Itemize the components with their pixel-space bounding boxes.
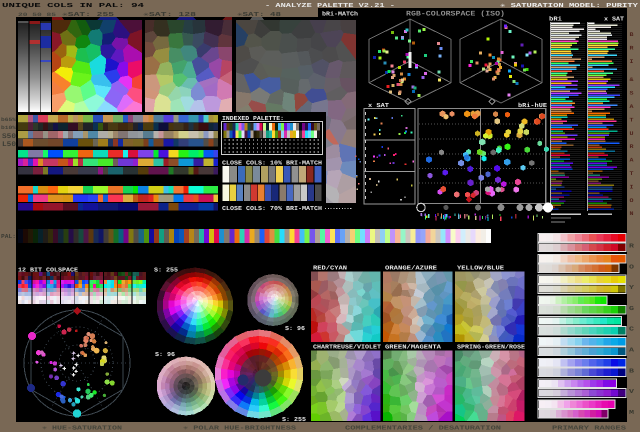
svg-text:S: 96: S: 96 [285, 325, 305, 332]
svg-text:CLOSE COLS: 10% BRI-MATCH: CLOSE COLS: 10% BRI-MATCH [222, 160, 322, 167]
svg-text:YELLOW/BLUE: YELLOW/BLUE [457, 265, 504, 272]
svg-text:S: 255: S: 255 [154, 267, 178, 274]
svg-text:✳SAT: 255: ✳SAT: 255 [62, 11, 115, 18]
svg-text:20 50 85: 20 50 85 [18, 12, 56, 18]
svg-text:RED/CYAN: RED/CYAN [313, 265, 347, 272]
svg-text:INDEXED PALETTE:: INDEXED PALETTE: [222, 115, 284, 122]
svg-text:V: V [629, 388, 635, 395]
svg-text:x SAT: x SAT [368, 102, 389, 109]
svg-text:CHARTREUSE/VIOLET: CHARTREUSE/VIOLET [313, 344, 381, 351]
svg-text:✳SAT: 128: ✳SAT: 128 [143, 11, 197, 18]
svg-text:I: I [630, 183, 634, 190]
svg-text:R: R [629, 243, 635, 250]
svg-text:CLOSE COLS: 70% BRI-MATCH: CLOSE COLS: 70% BRI-MATCH [222, 205, 322, 212]
svg-text:S: 96: S: 96 [155, 351, 175, 358]
svg-text:COMPLEMENTARIES / DESATURATION: COMPLEMENTARIES / DESATURATION [345, 425, 502, 432]
svg-text:UNIQUE COLS IN PAL: 94: UNIQUE COLS IN PAL: 94 [2, 2, 145, 9]
svg-text:b10%: b10% [1, 125, 16, 131]
svg-text:I: I [630, 58, 634, 65]
svg-text:bRi-MATCh: bRi-MATCh [322, 11, 358, 18]
svg-text:GREEN/MAGENTA: GREEN/MAGENTA [385, 344, 441, 351]
svg-text:U: U [630, 130, 634, 137]
svg-text:B: B [629, 367, 635, 374]
svg-text:G: G [629, 305, 635, 312]
svg-text:O: O [629, 263, 635, 270]
svg-text:Y: Y [629, 284, 635, 291]
svg-text:S: 255: S: 255 [282, 416, 306, 423]
svg-text:bRi: bRi [549, 16, 562, 23]
svg-text:M: M [629, 409, 635, 416]
svg-text:PRIMARY RANGES: PRIMARY RANGES [552, 425, 627, 432]
svg-text:bRi-hUE: bRi-hUE [518, 102, 547, 109]
svg-text:✳ HUE-SATURATION: ✳ HUE-SATURATION [42, 425, 123, 432]
svg-text:PAL:: PAL: [1, 233, 16, 240]
svg-text:- ANALYZE PALETTE V2.21 -: - ANALYZE PALETTE V2.21 - [265, 2, 395, 9]
svg-text:L50: L50 [2, 141, 16, 149]
svg-text:✳ POLAR HUE-BRIGHTNESS: ✳ POLAR HUE-BRIGHTNESS [183, 425, 297, 432]
svg-text:✳ SATURATION MODEL: PURITY: ✳ SATURATION MODEL: PURITY [500, 2, 639, 9]
svg-text:x SAT: x SAT [604, 16, 624, 23]
svg-text:SPRING-GREEN/ROSE: SPRING-GREEN/ROSE [457, 344, 525, 351]
svg-text:N: N [630, 210, 634, 217]
svg-text:ORANGE/AZURE: ORANGE/AZURE [385, 265, 437, 272]
svg-text:✳SAT: 48: ✳SAT: 48 [237, 11, 282, 18]
svg-text:S50: S50 [2, 133, 16, 141]
svg-text:C: C [629, 326, 635, 333]
svg-text:A: A [629, 347, 635, 354]
svg-text:b65%: b65% [1, 117, 16, 123]
svg-text:RGB-COLORSPACE (ISO): RGB-COLORSPACE (ISO) [406, 10, 505, 19]
